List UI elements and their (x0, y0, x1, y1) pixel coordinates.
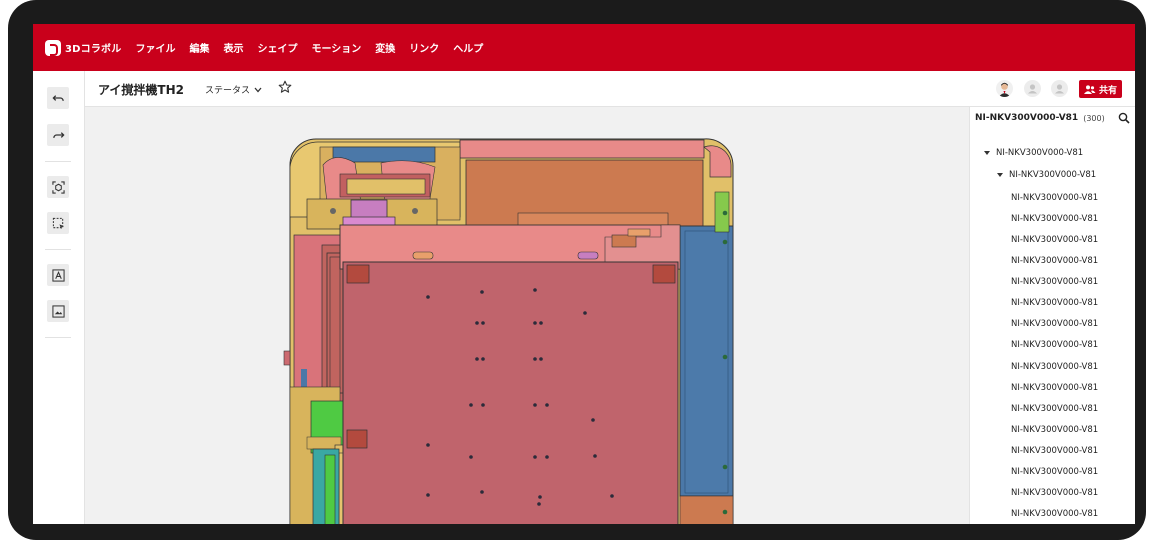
tree-leaf-item[interactable]: NI-NKV300V000-V81 (1011, 362, 1098, 372)
tree-leaf-item[interactable]: NI-NKV300V000-V81 (1011, 319, 1098, 329)
redo-icon (52, 131, 65, 138)
tree-leaf-item[interactable]: NI-NKV300V000-V81 (1011, 298, 1098, 308)
status-label: ステータス (205, 86, 251, 96)
select-region-icon (52, 217, 64, 229)
menu-file[interactable]: ファイル (135, 40, 175, 55)
share-label: 共有 (1098, 85, 1117, 96)
text-icon (51, 268, 65, 282)
tree-leaf-item[interactable]: NI-NKV300V000-V81 (1011, 340, 1098, 350)
toolbar-divider (45, 337, 71, 338)
tree-leaf-item[interactable]: NI-NKV300V000-V81 (1011, 467, 1098, 477)
redo-button[interactable] (47, 124, 69, 146)
tree-child-node[interactable]: NI-NKV300V000-V81 (997, 170, 1096, 180)
app-logo[interactable]: 3Dコラボル (45, 39, 122, 56)
people-icon (1083, 84, 1096, 94)
panel-header: NI-NKV300V000-V81 (300) (970, 107, 1135, 129)
tree-leaf-item[interactable]: NI-NKV300V000-V81 (1011, 509, 1098, 519)
menu-view[interactable]: 表示 (223, 40, 243, 55)
panel-title: NI-NKV300V000-V81 (975, 113, 1079, 123)
left-toolbar (33, 71, 85, 524)
tree-root-node[interactable]: NI-NKV300V000-V81 (984, 148, 1083, 158)
toolbar-divider (45, 249, 71, 250)
device-frame: 3Dコラボル ファイル 編集 表示 シェイプ モーション 変換 リンク ヘルプ (8, 0, 1146, 540)
person-icon (1055, 84, 1064, 94)
fit-view-icon (51, 180, 65, 194)
tree-leaf-item[interactable]: NI-NKV300V000-V81 (1011, 425, 1098, 435)
text-button[interactable] (47, 264, 69, 286)
user-avatar[interactable] (996, 80, 1013, 97)
app-name: 3Dコラボル (65, 44, 122, 55)
guest-avatar[interactable] (1051, 80, 1068, 97)
tree-leaf-item[interactable]: NI-NKV300V000-V81 (1011, 488, 1098, 498)
app-screen: 3Dコラボル ファイル 編集 表示 シェイプ モーション 変換 リンク ヘルプ (33, 24, 1135, 524)
fit-view-button[interactable] (47, 176, 69, 198)
menu-edit[interactable]: 編集 (189, 40, 209, 55)
search-icon[interactable] (1118, 112, 1130, 124)
star-icon[interactable] (278, 80, 292, 94)
tree-leaf-item[interactable]: NI-NKV300V000-V81 (1011, 256, 1098, 266)
tree-node-label: NI-NKV300V000-V81 (996, 148, 1084, 158)
undo-button[interactable] (47, 87, 69, 109)
tree-leaf-item[interactable]: NI-NKV300V000-V81 (1011, 214, 1098, 224)
document-title: アイ撹拌機TH2 (98, 83, 184, 97)
tree-leaf-item[interactable]: NI-NKV300V000-V81 (1011, 404, 1098, 414)
caret-down-icon[interactable] (997, 173, 1003, 177)
undo-icon (51, 94, 64, 101)
menu-help[interactable]: ヘルプ (453, 40, 483, 55)
chevron-down-icon (254, 87, 262, 92)
3d-viewport[interactable] (85, 107, 969, 524)
menu-link[interactable]: リンク (409, 40, 439, 55)
status-dropdown[interactable]: ステータス (205, 83, 262, 96)
menu-bar: 3Dコラボル ファイル 編集 表示 シェイプ モーション 変換 リンク ヘルプ (33, 24, 1135, 71)
menu-motion[interactable]: モーション (311, 40, 361, 55)
image-button[interactable] (47, 300, 69, 322)
parts-tree-panel: NI-NKV300V000-V81 (300) NI-NKV300V000-V8… (969, 107, 1135, 524)
person-icon (1028, 84, 1037, 94)
document-header: アイ撹拌機TH2 ステータス 共有 (85, 71, 1135, 107)
tree-leaf-item[interactable]: NI-NKV300V000-V81 (1011, 446, 1098, 456)
tree-node-label: NI-NKV300V000-V81 (1009, 170, 1097, 180)
panel-count: (300) (1083, 113, 1105, 123)
cad-model[interactable] (85, 107, 969, 524)
user-photo-icon (998, 82, 1011, 97)
menu-shape[interactable]: シェイプ (257, 40, 297, 55)
share-button[interactable]: 共有 (1079, 80, 1122, 98)
tree-leaf-item[interactable]: NI-NKV300V000-V81 (1011, 235, 1098, 245)
menu-convert[interactable]: 変換 (375, 40, 395, 55)
guest-avatar[interactable] (1024, 80, 1041, 97)
tree-leaf-item[interactable]: NI-NKV300V000-V81 (1011, 193, 1098, 203)
caret-down-icon[interactable] (984, 151, 990, 155)
logo-mark-icon (45, 39, 61, 56)
toolbar-divider (45, 161, 71, 162)
select-region-button[interactable] (47, 212, 69, 234)
tree-leaf-item[interactable]: NI-NKV300V000-V81 (1011, 383, 1098, 393)
tree-leaf-item[interactable]: NI-NKV300V000-V81 (1011, 277, 1098, 287)
image-icon (51, 304, 65, 318)
